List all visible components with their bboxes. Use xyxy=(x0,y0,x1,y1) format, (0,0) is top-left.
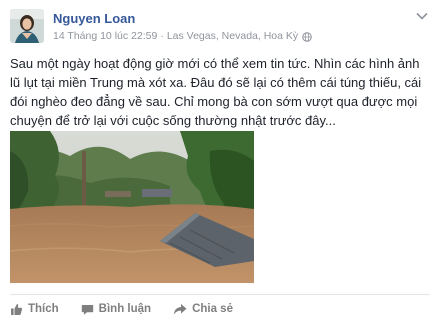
share-icon xyxy=(173,303,187,314)
meta-separator: · xyxy=(160,30,164,42)
post-photo[interactable] xyxy=(10,131,254,283)
post-text: Sau một ngày hoạt động giờ mới có thể xe… xyxy=(10,56,422,128)
thumbs-up-icon xyxy=(11,303,23,315)
author-name[interactable]: Nguyen Loan xyxy=(53,11,135,27)
avatar[interactable] xyxy=(10,9,44,43)
post-actions: Thích Bình luận Chia sẻ xyxy=(10,300,255,318)
share-button[interactable]: Chia sẻ xyxy=(173,303,233,316)
comment-label: Bình luận xyxy=(98,303,152,315)
post-meta: 14 Tháng 10 lúc 22:59 · Las Vegas, Nevad… xyxy=(53,30,312,43)
like-button[interactable]: Thích xyxy=(10,303,59,316)
chevron-down-icon[interactable] xyxy=(416,12,428,20)
share-label: Chia sẻ xyxy=(192,303,233,315)
comment-icon xyxy=(81,304,93,315)
like-label: Thích xyxy=(28,303,59,315)
post-timestamp[interactable]: 14 Tháng 10 lúc 22:59 xyxy=(53,30,157,43)
action-divider xyxy=(10,294,430,295)
post-location[interactable]: Las Vegas, Nevada, Hoa Kỳ xyxy=(167,30,298,43)
globe-icon xyxy=(302,31,312,42)
post-card: Nguyen Loan 14 Tháng 10 lúc 22:59 · Las … xyxy=(0,0,440,321)
comment-button[interactable]: Bình luận xyxy=(81,303,151,316)
